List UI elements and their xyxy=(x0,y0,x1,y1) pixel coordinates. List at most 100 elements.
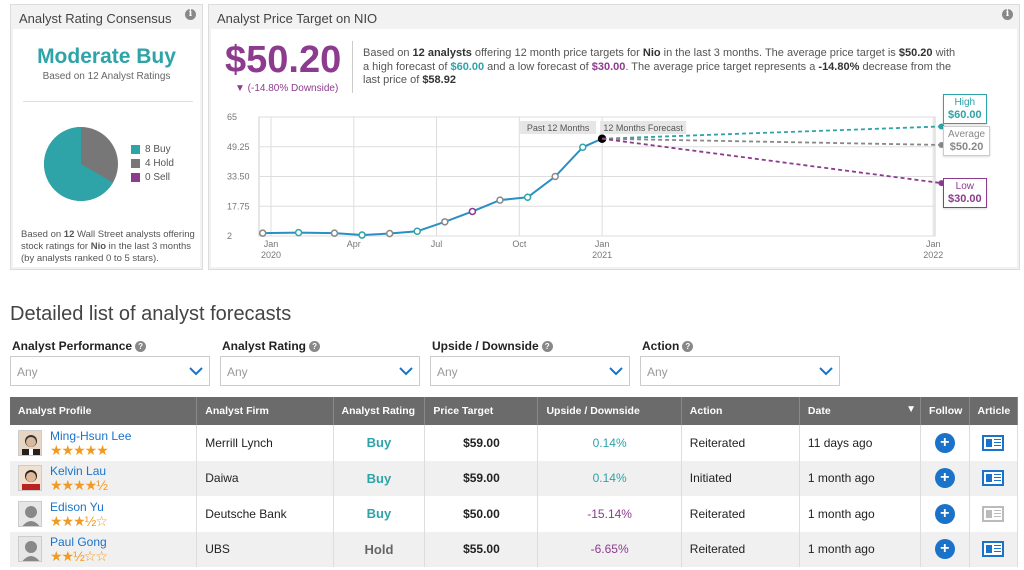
select-value: Any xyxy=(17,365,38,379)
chevron-down-icon xyxy=(399,367,413,376)
data-point xyxy=(258,229,267,237)
col-action[interactable]: Action xyxy=(681,397,800,425)
firm-cell: Daiwa xyxy=(196,460,334,496)
help-icon[interactable]: ? xyxy=(309,341,321,353)
hold-swatch xyxy=(131,159,140,168)
follow-cell: + xyxy=(920,496,970,532)
article-cell xyxy=(969,460,1018,496)
y-tick-label: 2 xyxy=(227,231,232,241)
average-label: Average xyxy=(948,129,986,140)
follow-button[interactable]: + xyxy=(934,503,955,524)
high-target-tag: High $60.00 xyxy=(943,94,987,124)
data-point xyxy=(523,193,532,202)
avatar-placeholder xyxy=(18,536,42,563)
article-icon[interactable] xyxy=(982,434,1005,451)
help-icon[interactable]: ? xyxy=(135,341,147,353)
firm-cell: UBS xyxy=(196,531,334,567)
low-label: Low xyxy=(955,181,974,192)
filter-select-action[interactable]: Any xyxy=(640,356,840,386)
star-rating: ★★★★★ xyxy=(50,441,109,458)
follow-button[interactable]: + xyxy=(934,539,955,560)
date-cell: 11 days ago xyxy=(799,425,922,461)
price-target-panel-title: Analyst Price Target on NIO xyxy=(217,11,378,26)
table-row: Paul Gong ★★½☆☆ UBS Hold $55.00 -6.65% Re… xyxy=(10,531,1018,567)
buy-swatch xyxy=(131,145,140,154)
star-rating: ★★★★½ xyxy=(50,477,108,494)
consensus-panel-title: Analyst Rating Consensus xyxy=(19,11,172,26)
chevron-down-icon xyxy=(819,367,833,376)
price-target-cell: $50.00 xyxy=(424,496,539,532)
help-icon[interactable]: ? xyxy=(682,341,694,353)
consensus-card: Moderate Buy Based on 12 Analyst Ratings… xyxy=(13,29,200,267)
x-tick-label: Jan xyxy=(926,239,941,249)
data-point xyxy=(330,229,339,237)
avatar xyxy=(18,429,42,456)
consensus-subtitle: Based on 12 Analyst Ratings xyxy=(42,71,171,82)
analyst-profile-cell: Paul Gong ★★½☆☆ xyxy=(10,531,198,567)
downside-cell: -6.65% xyxy=(537,531,682,567)
x-tick-label: Apr xyxy=(347,239,361,249)
info-icon[interactable]: i xyxy=(185,9,196,20)
col-article: Article xyxy=(969,397,1018,425)
help-icon[interactable]: ? xyxy=(541,341,553,353)
low-target-tag: Low $30.00 xyxy=(943,178,987,208)
price-target-panel: Analyst Price Target on NIO i $50.20 ▼ (… xyxy=(208,4,1020,270)
y-tick-label: 33.50 xyxy=(227,172,250,182)
article-icon[interactable] xyxy=(982,541,1005,558)
upside-cell: 0.14% xyxy=(537,425,682,461)
action-cell: Reiterated xyxy=(681,531,800,567)
select-value: Any xyxy=(437,365,458,379)
firm-cell: Deutsche Bank xyxy=(196,496,334,532)
col-follow: Follow xyxy=(920,397,970,425)
x-tick-label: Jan xyxy=(264,239,279,249)
star-rating: ★★½☆☆ xyxy=(50,548,108,565)
article-cell xyxy=(969,425,1018,461)
filter-select-upside[interactable]: Any xyxy=(430,356,630,386)
col-analyst-rating[interactable]: Analyst Rating xyxy=(333,397,426,425)
data-point xyxy=(468,207,477,216)
article-icon[interactable] xyxy=(982,470,1005,487)
data-point xyxy=(496,196,504,204)
x-tick-label: Jul xyxy=(431,239,443,249)
sort-desc-icon[interactable]: ▼ xyxy=(906,404,916,415)
divider xyxy=(23,101,193,102)
analyst-name-link[interactable]: Ming-Hsun Lee xyxy=(50,429,131,443)
price-target-card: $50.20 ▼ (-14.80% Downside) Based on 12 … xyxy=(211,29,1017,267)
col-analyst-firm[interactable]: Analyst Firm xyxy=(196,397,334,425)
section-title: Detailed list of analyst forecasts xyxy=(10,303,292,325)
analyst-forecasts-table: Analyst Profile Analyst Firm Analyst Rat… xyxy=(10,397,1018,567)
col-date[interactable]: Date ▼ xyxy=(799,397,922,425)
data-point xyxy=(441,218,449,226)
data-point xyxy=(385,229,394,238)
filter-select-performance[interactable]: Any xyxy=(10,356,210,386)
chevron-down-icon xyxy=(189,367,203,376)
col-upside-downside[interactable]: Upside / Downside xyxy=(537,397,682,425)
info-icon[interactable]: i xyxy=(1002,9,1013,20)
date-cell: 1 month ago xyxy=(799,531,922,567)
high-label: High xyxy=(954,97,976,108)
data-point xyxy=(358,231,366,239)
legend-label: 8 Buy xyxy=(145,144,171,155)
follow-button[interactable]: + xyxy=(934,468,955,489)
analyst-name-link[interactable]: Paul Gong xyxy=(50,535,107,549)
upside-cell: 0.14% xyxy=(537,460,682,496)
follow-button[interactable]: + xyxy=(934,432,955,453)
legend-label: 0 Sell xyxy=(145,172,171,183)
analyst-name-link[interactable]: Edison Yu xyxy=(50,500,107,514)
consensus-rating: Moderate Buy xyxy=(37,45,176,68)
analyst-profile-cell: Edison Yu ★★★½☆ xyxy=(10,496,198,532)
article-icon[interactable] xyxy=(982,505,1005,522)
x-tick-sublabel: 2021 xyxy=(592,250,612,260)
avatar xyxy=(18,465,42,492)
col-analyst-profile[interactable]: Analyst Profile xyxy=(10,397,198,425)
downside-cell: -15.14% xyxy=(537,496,682,532)
table-row: Kelvin Lau ★★★★½ Daiwa Buy $59.00 0.14% I… xyxy=(10,460,1018,496)
avatar-placeholder xyxy=(18,500,42,527)
analyst-name-link[interactable]: Kelvin Lau xyxy=(50,464,107,478)
filter-select-rating[interactable]: Any xyxy=(220,356,420,386)
col-price-target[interactable]: Price Target xyxy=(424,397,539,425)
chevron-down-icon xyxy=(609,367,623,376)
consensus-panel: Analyst Rating Consensus i Moderate Buy … xyxy=(10,4,203,270)
price-target-cell: $59.00 xyxy=(424,425,539,461)
table-header-row: Analyst Profile Analyst Firm Analyst Rat… xyxy=(10,397,1018,425)
